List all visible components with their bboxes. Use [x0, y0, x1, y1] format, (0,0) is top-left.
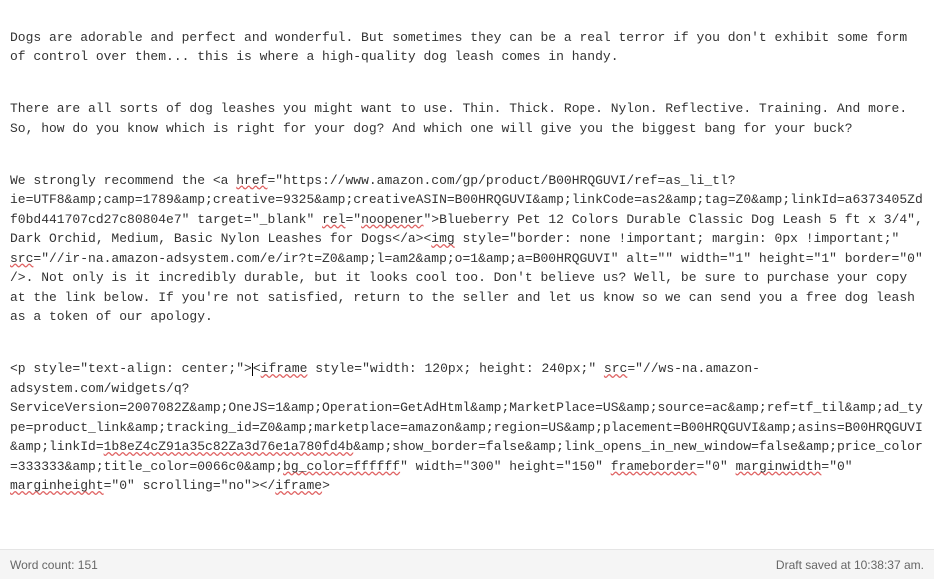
draft-saved-status: Draft saved at 10:38:37 am.	[776, 556, 924, 574]
spell-error-rel: rel	[322, 212, 345, 227]
spell-error-marginheight: marginheight	[10, 478, 104, 493]
spell-error-frameborder: frameborder	[611, 459, 697, 474]
spell-error-href: href	[236, 173, 267, 188]
editor-content[interactable]: Dogs are adorable and perfect and wonder…	[0, 0, 934, 549]
word-count[interactable]: Word count: 151	[10, 556, 98, 574]
paragraph-3: We strongly recommend the <a href="https…	[10, 171, 924, 327]
paragraph-1: Dogs are adorable and perfect and wonder…	[10, 28, 924, 67]
spell-error-src: src	[10, 251, 33, 266]
spell-error-marginwidth: marginwidth	[736, 459, 822, 474]
spell-error-iframe: iframe	[261, 361, 308, 376]
spell-error-noopener: noopener	[361, 212, 423, 227]
spell-error-bgcolor: bg_color=ffffff	[283, 459, 400, 474]
spell-error-img: img	[431, 231, 454, 246]
spell-error-linkid: 1b8eZ4cZ91a35c82Za3d76e1a780fd4b	[104, 439, 354, 454]
spell-error-iframe2: iframe	[275, 478, 322, 493]
paragraph-2: There are all sorts of dog leashes you m…	[10, 99, 924, 138]
spell-error-src2: src	[604, 361, 627, 376]
status-bar: Word count: 151 Draft saved at 10:38:37 …	[0, 549, 934, 579]
paragraph-4: <p style="text-align: center;"><iframe s…	[10, 359, 924, 496]
